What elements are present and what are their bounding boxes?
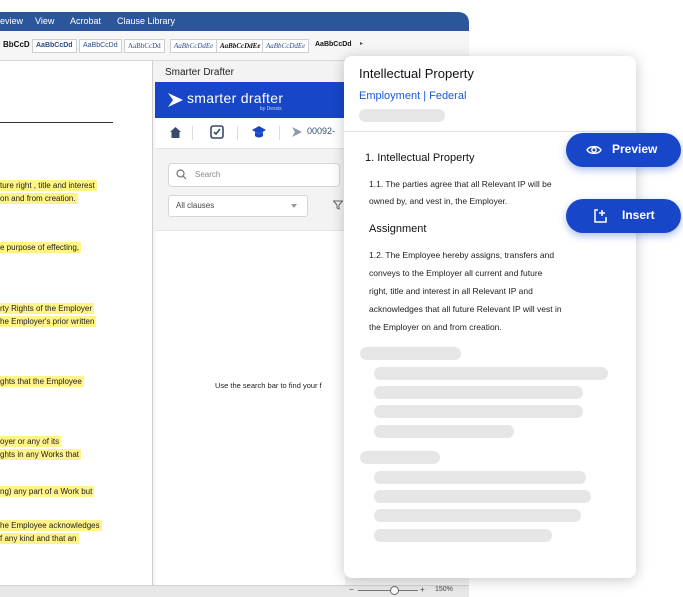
clause-text-line: 1.2. The Employee hereby assigns, transf… <box>369 250 555 260</box>
doc-highlight-line: ng) any part of a Work but <box>0 486 95 497</box>
document-rule <box>0 122 113 123</box>
doc-highlight-line: rty Rights of the Employer <box>0 303 95 314</box>
filter-icon[interactable] <box>333 200 343 210</box>
search-placeholder: Search <box>195 170 221 179</box>
skeleton-line <box>359 109 445 122</box>
preview-button-label: Preview <box>612 142 658 156</box>
doc-highlight-line: oyer or any of its <box>0 436 62 447</box>
skeleton-line <box>360 451 440 464</box>
style-item[interactable]: AaBbCcDd <box>32 39 77 53</box>
toolbar-divider <box>237 126 238 140</box>
doc-highlight-line: he Employer's prior written <box>0 316 97 327</box>
results-area <box>155 230 345 585</box>
clause-text-line: the Employer on and from creation. <box>369 322 502 332</box>
menu-view[interactable]: View <box>35 16 54 26</box>
menu-acrobat[interactable]: Acrobat <box>70 16 101 26</box>
menu-review[interactable]: eview <box>0 16 23 26</box>
doc-highlight-line: ture right , title and interest <box>0 180 97 191</box>
pane-title: Smarter Drafter <box>165 67 234 78</box>
search-icon <box>176 169 187 180</box>
clause-text-line: owned by, and vest in, the Employer. <box>369 196 508 206</box>
style-item[interactable]: AaBbCcDdEe <box>170 39 218 53</box>
style-item[interactable]: AaBbCcDdEe <box>216 39 265 53</box>
chevron-down-icon <box>291 204 297 208</box>
checklist-icon[interactable] <box>210 125 224 139</box>
style-item[interactable]: AaBbCcDd <box>312 39 355 53</box>
menu-clause-library[interactable]: Clause Library <box>117 16 175 26</box>
zoom-in-button[interactable]: + <box>420 585 425 594</box>
clause-text-line: right, title and interest in all Relevan… <box>369 286 533 296</box>
zoom-slider[interactable] <box>358 590 418 591</box>
clause-tags[interactable]: Employment | Federal <box>359 90 466 102</box>
style-item[interactable]: BbCcD <box>0 39 33 53</box>
doc-highlight-line: ghts that the Employee <box>0 376 84 387</box>
clause-text-line: conveys to the Employer all current and … <box>369 268 543 278</box>
insert-button[interactable]: Insert <box>566 199 681 233</box>
matter-chevron-icon <box>292 127 302 137</box>
clause-search-input[interactable] <box>168 163 340 187</box>
style-item[interactable]: AaBbCcDd <box>79 39 122 53</box>
clause-text-line: acknowledges that all future Relevant IP… <box>369 304 562 314</box>
preview-button[interactable]: Preview <box>566 133 681 167</box>
eye-icon <box>586 145 602 155</box>
styles-more-icon[interactable]: ▸ <box>360 40 363 47</box>
style-item[interactable]: AaBbCcDdEe <box>262 39 310 53</box>
insert-button-label: Insert <box>622 208 655 222</box>
brand-logo-text: smarter drafter <box>187 90 284 106</box>
skeleton-line <box>374 490 591 503</box>
doc-highlight-line: on and from creation. <box>0 193 78 204</box>
zoom-slider-handle[interactable] <box>390 586 399 595</box>
toolbar-divider <box>192 126 193 140</box>
matter-code[interactable]: 00092- <box>307 126 335 136</box>
card-divider <box>344 131 636 132</box>
clause-subheading: Assignment <box>369 223 427 235</box>
skeleton-line <box>374 471 586 484</box>
home-icon[interactable] <box>169 126 182 139</box>
skeleton-line <box>374 509 581 522</box>
clause-title: Intellectual Property <box>359 66 474 81</box>
drafter-toolbar: 00092- <box>155 118 345 149</box>
skeleton-line <box>374 529 552 542</box>
graduation-cap-icon[interactable] <box>251 125 267 139</box>
doc-highlight-line: he Employee acknowledges <box>0 520 102 531</box>
skeleton-line <box>374 367 608 380</box>
brand-logo-sub: by Dexsis <box>260 106 282 112</box>
zoom-level: 150% <box>435 586 453 593</box>
doc-highlight-line: ghts in any Works that <box>0 449 81 460</box>
clause-heading: 1. Intellectual Property <box>365 152 475 164</box>
clause-filter-value: All clauses <box>176 201 215 210</box>
doc-highlight-line: e purpose of effecting, <box>0 242 82 253</box>
skeleton-line <box>374 405 583 418</box>
empty-state-hint: Use the search bar to find your f <box>215 381 322 390</box>
insert-icon <box>594 209 607 223</box>
skeleton-line <box>374 386 583 399</box>
menu-bar: eview View Acrobat Clause Library <box>0 12 469 31</box>
skeleton-line <box>374 425 514 438</box>
drafter-logo-icon <box>168 93 183 107</box>
clause-text-line: 1.1. The parties agree that all Relevant… <box>369 179 552 189</box>
doc-highlight-line: f any kind and that an <box>0 533 79 544</box>
skeleton-line <box>360 347 461 360</box>
zoom-out-button[interactable]: − <box>349 585 354 594</box>
toolbar-divider <box>279 126 280 140</box>
style-item[interactable]: AaBbCcDd <box>124 39 165 53</box>
